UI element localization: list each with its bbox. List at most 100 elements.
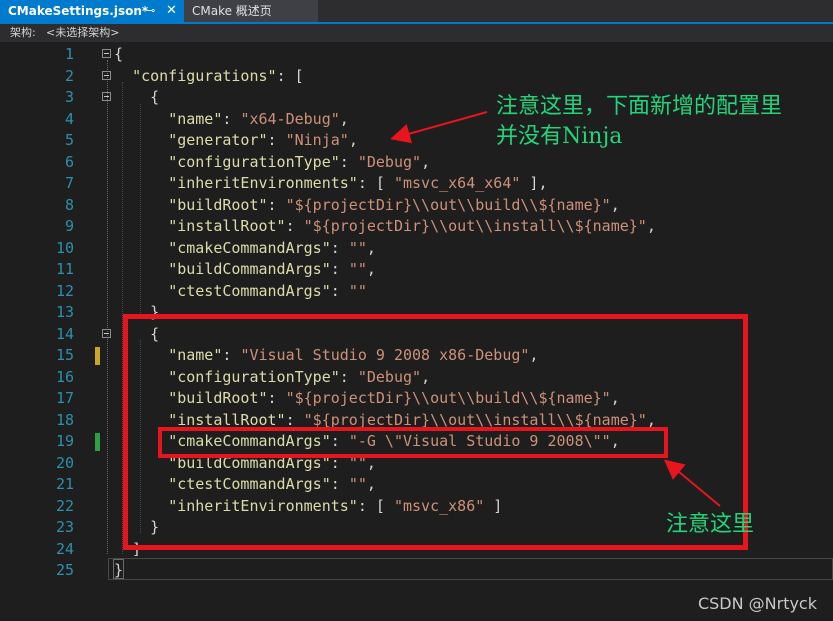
code-text: "cmakeCommandArgs": "",: [114, 238, 376, 260]
code-text: "installRoot": "${projectDir}\\out\\inst…: [114, 216, 656, 238]
fold-toggle-icon[interactable]: [102, 49, 111, 58]
line-number: 20: [55, 453, 74, 472]
json-punctuation: :: [285, 217, 304, 235]
tab-cmake-overview[interactable]: CMake 概述页: [184, 0, 318, 22]
architecture-dropdown[interactable]: <未选择架构>: [46, 24, 119, 42]
tab-bar: CMakeSettings.json* ⊸ ✕ CMake 概述页: [0, 0, 833, 24]
json-punctuation: [114, 110, 168, 128]
annotation-note-here: 注意这里: [666, 512, 755, 537]
line-number: 11: [55, 260, 74, 278]
current-line-highlight: [108, 558, 833, 580]
json-punctuation: :: [267, 195, 286, 214]
architecture-label: 架构:: [10, 26, 36, 39]
line-number: 9: [64, 217, 74, 235]
code-text: "name": "x64-Debug",: [114, 109, 349, 131]
json-key: "cmakeCommandArgs": [168, 238, 331, 257]
json-punctuation: [114, 67, 132, 85]
line-number: 13: [55, 303, 74, 321]
json-key: "generator": [168, 131, 268, 149]
json-string: "x64-Debug": [240, 109, 340, 128]
line-number: 23: [55, 518, 74, 536]
tab-label: CMakeSettings.json*: [8, 4, 149, 18]
line-number: 3: [64, 88, 74, 106]
json-punctuation: [114, 282, 168, 300]
json-string: "": [348, 281, 367, 300]
json-key: "ctestCommandArgs": [168, 281, 331, 300]
json-punctuation: ],: [520, 174, 548, 192]
line-number: 18: [55, 410, 74, 429]
code-text: "generator": "Ninja",: [114, 130, 358, 152]
line-number: 16: [55, 367, 74, 386]
fold-toggle-icon[interactable]: [102, 92, 111, 101]
json-punctuation: ,: [366, 238, 376, 257]
line-number: 12: [55, 281, 74, 300]
line-number: 19: [55, 432, 74, 450]
json-punctuation: : [: [276, 66, 304, 85]
line-number: 5: [64, 131, 74, 149]
code-text: {: [114, 87, 159, 109]
json-key: "inheritEnvironments": [168, 174, 358, 192]
json-key: "buildRoot": [168, 195, 268, 214]
json-key: "configurationType": [168, 152, 340, 171]
line-number: 24: [55, 539, 74, 558]
json-punctuation: : [: [357, 174, 394, 192]
highlight-box-cmake-args: [158, 427, 668, 458]
json-punctuation: :: [339, 152, 358, 171]
code-text: "buildCommandArgs": "",: [114, 259, 376, 281]
json-punctuation: :: [330, 238, 349, 257]
json-punctuation: [114, 174, 168, 192]
tab-cmakesettings[interactable]: CMakeSettings.json* ⊸ ✕: [0, 0, 184, 22]
line-number: 15: [55, 346, 74, 364]
fold-toggle-icon[interactable]: [102, 328, 111, 338]
line-number: 22: [55, 496, 74, 515]
json-string: "${projectDir}\\out\\install\\${name}": [303, 217, 647, 235]
fold-toggle-icon[interactable]: [102, 70, 111, 80]
line-number: 6: [64, 152, 74, 171]
code-text: "inheritEnvironments": [ "msvc_x64_x64" …: [114, 173, 548, 195]
json-punctuation: ,: [339, 109, 349, 128]
line-number: 7: [64, 174, 74, 192]
json-key: "configurations": [132, 66, 277, 85]
code-text: "configurations": [: [114, 66, 304, 88]
tab-label: CMake 概述页: [192, 4, 272, 18]
line-number: 21: [55, 475, 74, 493]
brace-match-box: [113, 559, 124, 579]
json-punctuation: :: [330, 260, 349, 278]
code-text: "configurationType": "Debug",: [114, 152, 430, 174]
watermark: CSDN @Nrtyck: [697, 594, 817, 613]
json-punctuation: ,: [610, 195, 620, 214]
json-string: "Ninja": [285, 131, 349, 149]
json-punctuation: [114, 196, 168, 214]
line-number: 8: [64, 195, 74, 214]
code-text: "buildRoot": "${projectDir}\\out\\build\…: [114, 195, 620, 217]
line-number: 10: [55, 238, 74, 257]
line-number: 4: [64, 109, 74, 128]
close-icon[interactable]: ✕: [166, 0, 177, 22]
change-marker: [95, 347, 100, 365]
fold-guide: [107, 60, 109, 554]
json-punctuation: [114, 217, 168, 235]
json-punctuation: [114, 239, 168, 257]
line-number: 2: [64, 66, 74, 85]
json-string: "": [348, 260, 367, 278]
json-punctuation: :: [330, 281, 349, 300]
json-punctuation: [114, 153, 168, 171]
pin-icon[interactable]: ⊸: [146, 0, 155, 22]
json-string: "msvc_x64_x64": [393, 174, 521, 192]
json-punctuation: {: [114, 45, 124, 63]
json-string: "": [348, 238, 367, 257]
line-number: 1: [64, 45, 74, 63]
change-marker: [95, 433, 100, 451]
code-text: {: [114, 44, 123, 66]
json-key: "installRoot": [168, 217, 286, 235]
annotation-note-ninja: 注意这里，下面新增的配置里 并没有Ninja: [496, 94, 783, 149]
json-punctuation: :: [222, 109, 241, 128]
json-punctuation: ,: [421, 152, 431, 171]
line-number: 14: [55, 324, 74, 343]
json-key: "name": [168, 109, 223, 128]
json-punctuation: [114, 260, 168, 278]
json-punctuation: ,: [348, 131, 358, 149]
line-number: 17: [55, 389, 74, 407]
architecture-bar: 架构: <未选择架构>: [0, 24, 833, 42]
line-number: 25: [55, 561, 74, 579]
